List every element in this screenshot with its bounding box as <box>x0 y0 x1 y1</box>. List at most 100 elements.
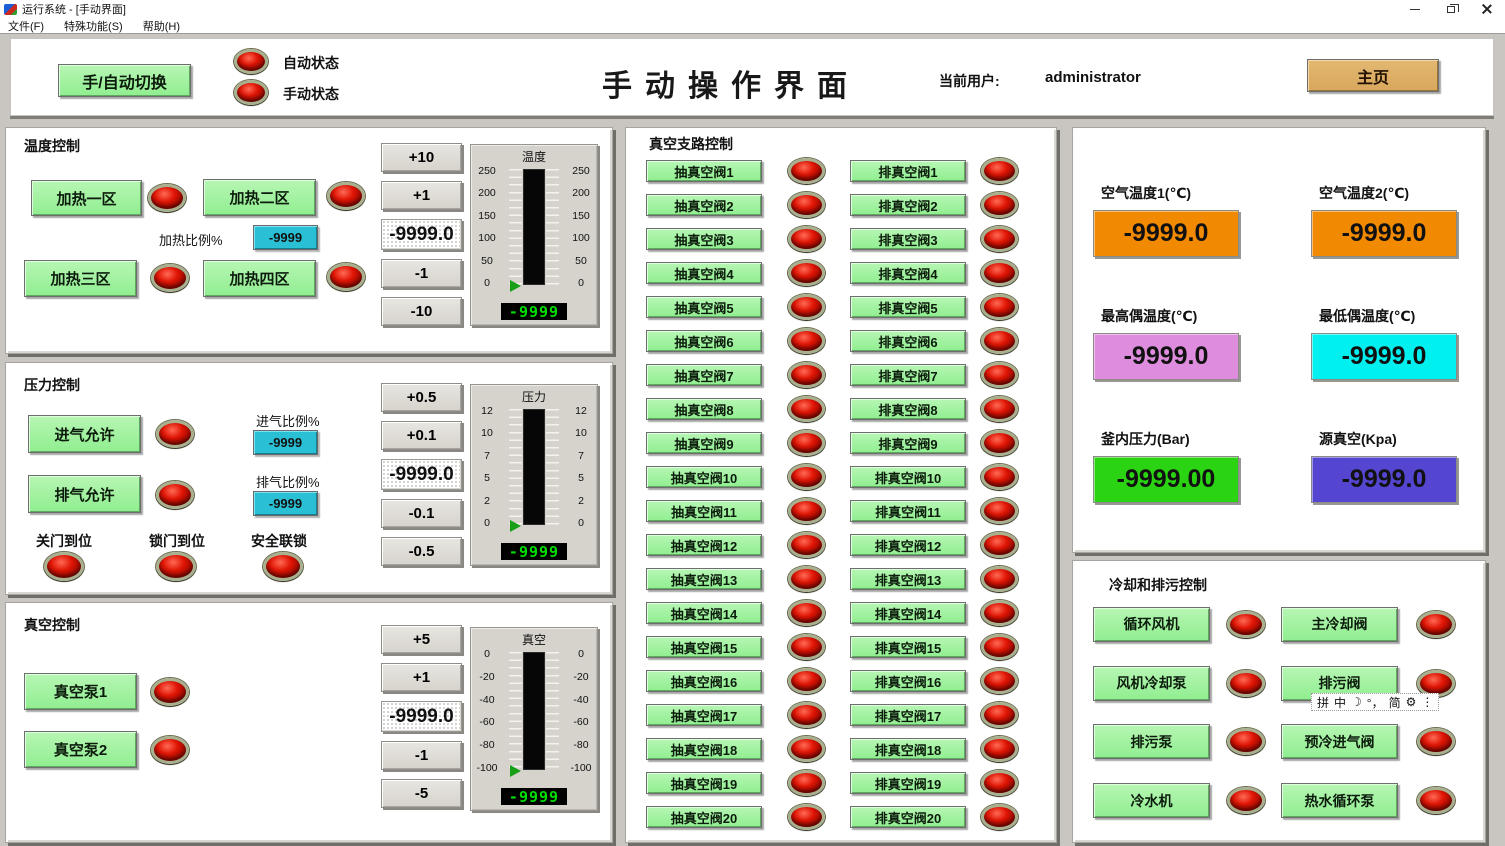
ime-toolbar-icon[interactable]: 拼 <box>1317 694 1329 711</box>
vent-valve-button[interactable]: 排真空阀8 <box>850 398 966 420</box>
decrement-button[interactable]: -0.1 <box>381 499 462 528</box>
increment-button[interactable]: +0.5 <box>381 383 462 412</box>
vent-valve-button[interactable]: 排真空阀6 <box>850 330 966 352</box>
menu-file[interactable]: 文件(F) <box>8 18 44 34</box>
heat-zone2-button[interactable]: 加热二区 <box>203 179 316 216</box>
increment-button[interactable]: +1 <box>381 181 462 210</box>
pump-valve-button[interactable]: 抽真空阀10 <box>646 466 762 488</box>
pump-valve-button[interactable]: 抽真空阀2 <box>646 194 762 216</box>
increment-button[interactable]: +1 <box>381 663 462 692</box>
vacuum-pump1-button[interactable]: 真空泵1 <box>24 673 137 710</box>
pump-valve-button[interactable]: 抽真空阀3 <box>646 228 762 250</box>
cooling-left-button[interactable]: 风机冷却泵 <box>1093 666 1210 701</box>
close-button[interactable] <box>1469 0 1505 18</box>
decrement-button[interactable]: -10 <box>381 297 462 326</box>
vent-valve-button[interactable]: 排真空阀19 <box>850 772 966 794</box>
pump-valve-button[interactable]: 抽真空阀4 <box>646 262 762 284</box>
menu-special-functions[interactable]: 特殊功能(S) <box>64 18 123 34</box>
heat-zone4-button[interactable]: 加热四区 <box>203 260 316 297</box>
decrement-button[interactable]: -5 <box>381 779 462 808</box>
vent-valve-led <box>981 430 1018 456</box>
heat-zone1-button[interactable]: 加热一区 <box>31 180 142 216</box>
temperature-setpoint-display[interactable]: -9999.0 <box>381 219 462 250</box>
vent-valve-button[interactable]: 排真空阀10 <box>850 466 966 488</box>
vent-valve-button[interactable]: 排真空阀14 <box>850 602 966 624</box>
vent-valve-button[interactable]: 排真空阀9 <box>850 432 966 454</box>
pressure-setpoint-display[interactable]: -9999.0 <box>381 459 462 490</box>
pump-valve-button[interactable]: 抽真空阀5 <box>646 296 762 318</box>
ime-toolbar[interactable]: 拼中 ☽ °， 简 ⚙ ⋮ <box>1311 693 1439 711</box>
pump-valve-button[interactable]: 抽真空阀19 <box>646 772 762 794</box>
ime-toolbar-icon[interactable]: ⚙ <box>1406 695 1417 709</box>
vent-valve-button[interactable]: 排真空阀15 <box>850 636 966 658</box>
vent-valve-button[interactable]: 排真空阀1 <box>850 160 966 182</box>
pump-valve-button[interactable]: 抽真空阀18 <box>646 738 762 760</box>
decrement-button[interactable]: -0.5 <box>381 537 462 566</box>
exhaust-allow-button[interactable]: 排气允许 <box>28 475 141 513</box>
pump-valve-button[interactable]: 抽真空阀20 <box>646 806 762 828</box>
vent-valve-button[interactable]: 排真空阀16 <box>850 670 966 692</box>
pump-valve-button[interactable]: 抽真空阀15 <box>646 636 762 658</box>
increment-button[interactable]: +10 <box>381 143 462 172</box>
cooling-left-button[interactable]: 循环风机 <box>1093 607 1210 642</box>
ime-toolbar-icon[interactable]: ⋮ <box>1421 695 1433 709</box>
cooling-right-button[interactable]: 预冷进气阀 <box>1281 724 1398 759</box>
restore-button[interactable] <box>1433 0 1469 18</box>
cooling-left-button[interactable]: 排污泵 <box>1093 724 1210 759</box>
increment-button[interactable]: +5 <box>381 625 462 654</box>
vent-valve-button[interactable]: 排真空阀11 <box>850 500 966 522</box>
pump-valve-button[interactable]: 抽真空阀12 <box>646 534 762 556</box>
ime-toolbar-icon[interactable]: 中 <box>1334 694 1346 711</box>
exhaust-ratio-field[interactable]: -9999 <box>253 491 318 516</box>
ime-toolbar-icon[interactable]: ☽ <box>1351 695 1362 709</box>
manual-auto-toggle-button[interactable]: 手/自动切换 <box>58 64 191 97</box>
decrement-button[interactable]: -1 <box>381 259 462 288</box>
intake-ratio-field[interactable]: -9999 <box>253 430 318 455</box>
increment-button[interactable]: +0.1 <box>381 421 462 450</box>
vent-valve-button[interactable]: 排真空阀3 <box>850 228 966 250</box>
vent-valve-button[interactable]: 排真空阀17 <box>850 704 966 726</box>
heat-ratio-field[interactable]: -9999 <box>253 225 318 250</box>
vent-valve-button[interactable]: 排真空阀5 <box>850 296 966 318</box>
gauge-value: -9999 <box>501 788 567 805</box>
cooling-left-led <box>1227 611 1265 638</box>
menu-help[interactable]: 帮助(H) <box>143 18 180 34</box>
pump-valve-button[interactable]: 抽真空阀14 <box>646 602 762 624</box>
pump-valve-button[interactable]: 抽真空阀8 <box>646 398 762 420</box>
cooling-right-button[interactable]: 热水循环泵 <box>1281 783 1398 818</box>
vent-valve-button[interactable]: 排真空阀4 <box>850 262 966 284</box>
pump-valve-led <box>788 600 825 626</box>
display-cell: 空气温度1(℃) -9999.0 <box>1093 158 1311 281</box>
pump-valve-button[interactable]: 抽真空阀1 <box>646 160 762 182</box>
pump-valve-button[interactable]: 抽真空阀13 <box>646 568 762 590</box>
cooling-left-button[interactable]: 冷水机 <box>1093 783 1210 818</box>
vent-valve-button[interactable]: 排真空阀2 <box>850 194 966 216</box>
pump-valve-button[interactable]: 抽真空阀9 <box>646 432 762 454</box>
vent-valve-button[interactable]: 排真空阀7 <box>850 364 966 386</box>
gauge-ticks <box>546 169 559 285</box>
gauge-tick-label: -60 <box>479 716 494 728</box>
pump-valve-button[interactable]: 抽真空阀11 <box>646 500 762 522</box>
minimize-button[interactable] <box>1397 0 1433 18</box>
cooling-right-button[interactable]: 主冷却阀 <box>1281 607 1398 642</box>
vent-valve-led <box>981 396 1018 422</box>
vent-valve-button[interactable]: 排真空阀18 <box>850 738 966 760</box>
heat-zone3-button[interactable]: 加热三区 <box>24 260 137 297</box>
panel-title: 冷却和排污控制 <box>1109 575 1207 595</box>
ime-toolbar-icon[interactable]: °， <box>1367 694 1384 711</box>
intake-allow-button[interactable]: 进气允许 <box>28 415 141 453</box>
pump-valve-button[interactable]: 抽真空阀7 <box>646 364 762 386</box>
decrement-button[interactable]: -1 <box>381 741 462 770</box>
vent-valve-button[interactable]: 排真空阀20 <box>850 806 966 828</box>
vent-valve-button[interactable]: 排真空阀13 <box>850 568 966 590</box>
pump-valve-button[interactable]: 抽真空阀16 <box>646 670 762 692</box>
pump-valve-button[interactable]: 抽真空阀17 <box>646 704 762 726</box>
vacuum-setpoint-display[interactable]: -9999.0 <box>381 701 462 732</box>
gauge-tick-label: -100 <box>570 762 591 774</box>
pump-valve-button[interactable]: 抽真空阀6 <box>646 330 762 352</box>
vacuum-pump2-button[interactable]: 真空泵2 <box>24 731 137 768</box>
home-button[interactable]: 主页 <box>1307 59 1439 92</box>
ime-toolbar-icon[interactable]: 简 <box>1389 694 1401 711</box>
close-icon <box>1482 4 1492 14</box>
vent-valve-button[interactable]: 排真空阀12 <box>850 534 966 556</box>
